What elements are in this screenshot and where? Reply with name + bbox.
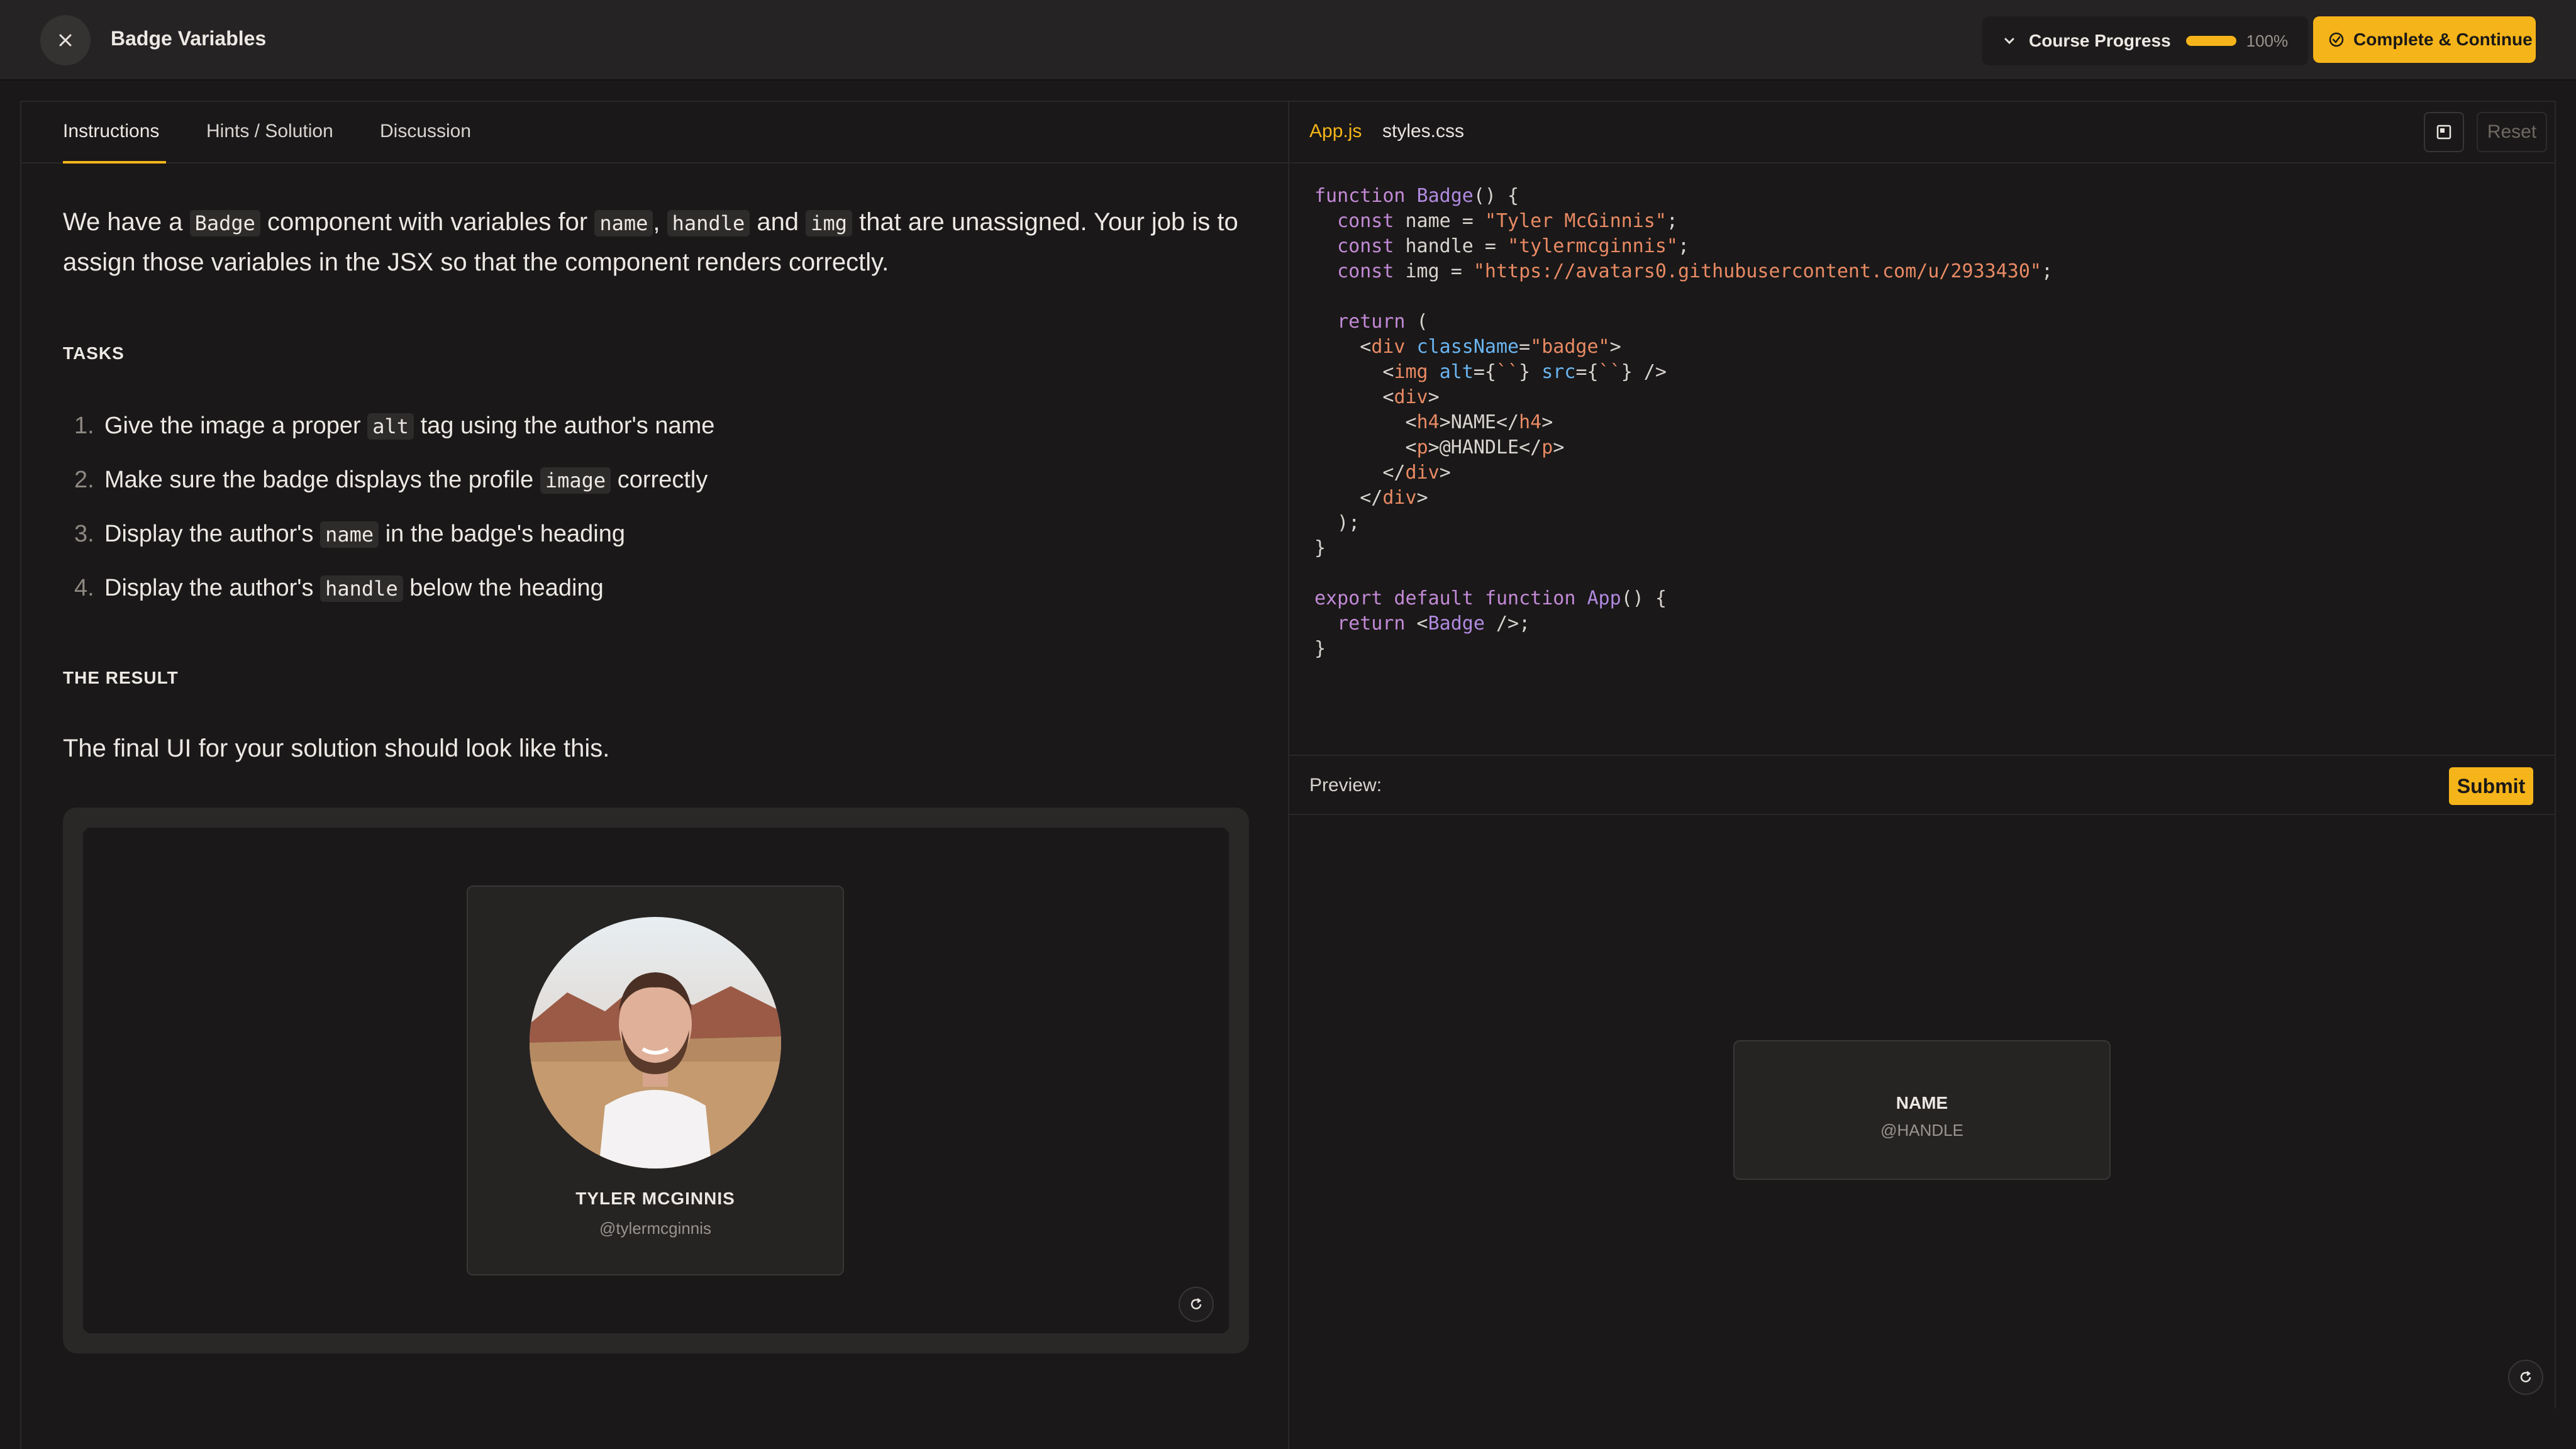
intro-text: We have a (63, 208, 190, 236)
result-description: The final UI for your solution should lo… (63, 735, 610, 762)
code-handle: handle (667, 210, 750, 236)
top-bar: Badge Variables Course Progress 100% Com… (0, 0, 2576, 80)
progress-percent: 100% (2246, 31, 2289, 50)
file-tabs: App.js styles.css Reset (1289, 102, 2555, 164)
complete-continue-label: Complete & Continue (2353, 30, 2533, 49)
preview-badge-card: NAME @HANDLE (1733, 1040, 2111, 1180)
progress-bar (2185, 36, 2236, 46)
task-text: Make sure the badge displays the profile… (104, 467, 708, 494)
example-badge-card: TYLER MCGINNIS @tylermcginnis (467, 886, 844, 1275)
progress-fill (2185, 36, 2236, 46)
editor-panel: App.js styles.css Reset function Badge()… (1289, 101, 2556, 1409)
task-text: Display the author's name in the badge's… (104, 521, 625, 548)
preview-badge-name: NAME (1896, 1093, 1948, 1113)
task-number: 3. (74, 521, 94, 547)
intro-text: component with variables for (260, 208, 595, 236)
instructions-content: We have a Badge component with variables… (63, 203, 1270, 282)
tab-hints-solution[interactable]: Hints / Solution (206, 121, 333, 142)
preview-refresh-button[interactable] (2508, 1360, 2543, 1395)
task-number: 4. (74, 575, 94, 601)
reset-button[interactable]: Reset (2477, 112, 2547, 152)
chevron-down-icon (2004, 38, 2014, 45)
intro-text: , (653, 208, 667, 236)
tab-app-js[interactable]: App.js (1309, 121, 1362, 142)
code-editor[interactable]: function Badge() { const name = "Tyler M… (1314, 184, 2053, 662)
intro-text: and (750, 208, 806, 236)
course-progress-label: Course Progress (2029, 31, 2171, 50)
refresh-icon (1191, 1298, 1202, 1309)
course-progress-dropdown[interactable]: Course Progress 100% (1982, 16, 2308, 65)
layout-toggle-button[interactable] (2424, 112, 2464, 152)
preview-bar: Preview: Submit (1289, 755, 2555, 815)
result-example-canvas: TYLER MCGINNIS @tylermcginnis (83, 828, 1229, 1333)
code-name: name (594, 210, 653, 236)
tab-styles-css[interactable]: styles.css (1382, 121, 1464, 142)
task-number: 1. (74, 413, 94, 439)
refresh-icon (2520, 1371, 2531, 1382)
code-img: img (806, 210, 852, 236)
task-text: Display the author's handle below the he… (104, 575, 604, 602)
check-circle-icon (2329, 32, 2344, 47)
result-example-frame: TYLER MCGINNIS @tylermcginnis (63, 808, 1249, 1353)
task-text: Give the image a proper alt tag using th… (104, 413, 715, 440)
instruction-tabs: Instructions Hints / Solution Discussion (21, 102, 1288, 164)
tab-instructions[interactable]: Instructions (63, 121, 159, 142)
badge-handle: @tylermcginnis (599, 1219, 712, 1238)
lesson-title: Badge Variables (111, 27, 267, 50)
instructions-panel: Instructions Hints / Solution Discussion… (20, 101, 1289, 1449)
intro-paragraph: We have a Badge component with variables… (63, 203, 1270, 282)
active-tab-indicator (63, 161, 166, 164)
avatar (530, 917, 781, 1169)
tasks-heading: TASKS (63, 343, 125, 363)
layout-icon (2436, 125, 2451, 140)
result-heading: THE RESULT (63, 668, 179, 687)
submit-button[interactable]: Submit (2449, 767, 2533, 805)
badge-name: TYLER MCGINNIS (575, 1189, 735, 1208)
example-refresh-button[interactable] (1179, 1287, 1214, 1322)
close-button[interactable] (40, 15, 91, 65)
preview-label: Preview: (1309, 775, 1382, 796)
preview-badge-handle: @HANDLE (1880, 1121, 1963, 1140)
complete-continue-button[interactable]: Complete & Continue (2313, 16, 2536, 63)
task-number: 2. (74, 467, 94, 493)
code-badge: Badge (189, 210, 260, 236)
close-icon (59, 34, 72, 47)
tab-discussion[interactable]: Discussion (380, 121, 471, 142)
